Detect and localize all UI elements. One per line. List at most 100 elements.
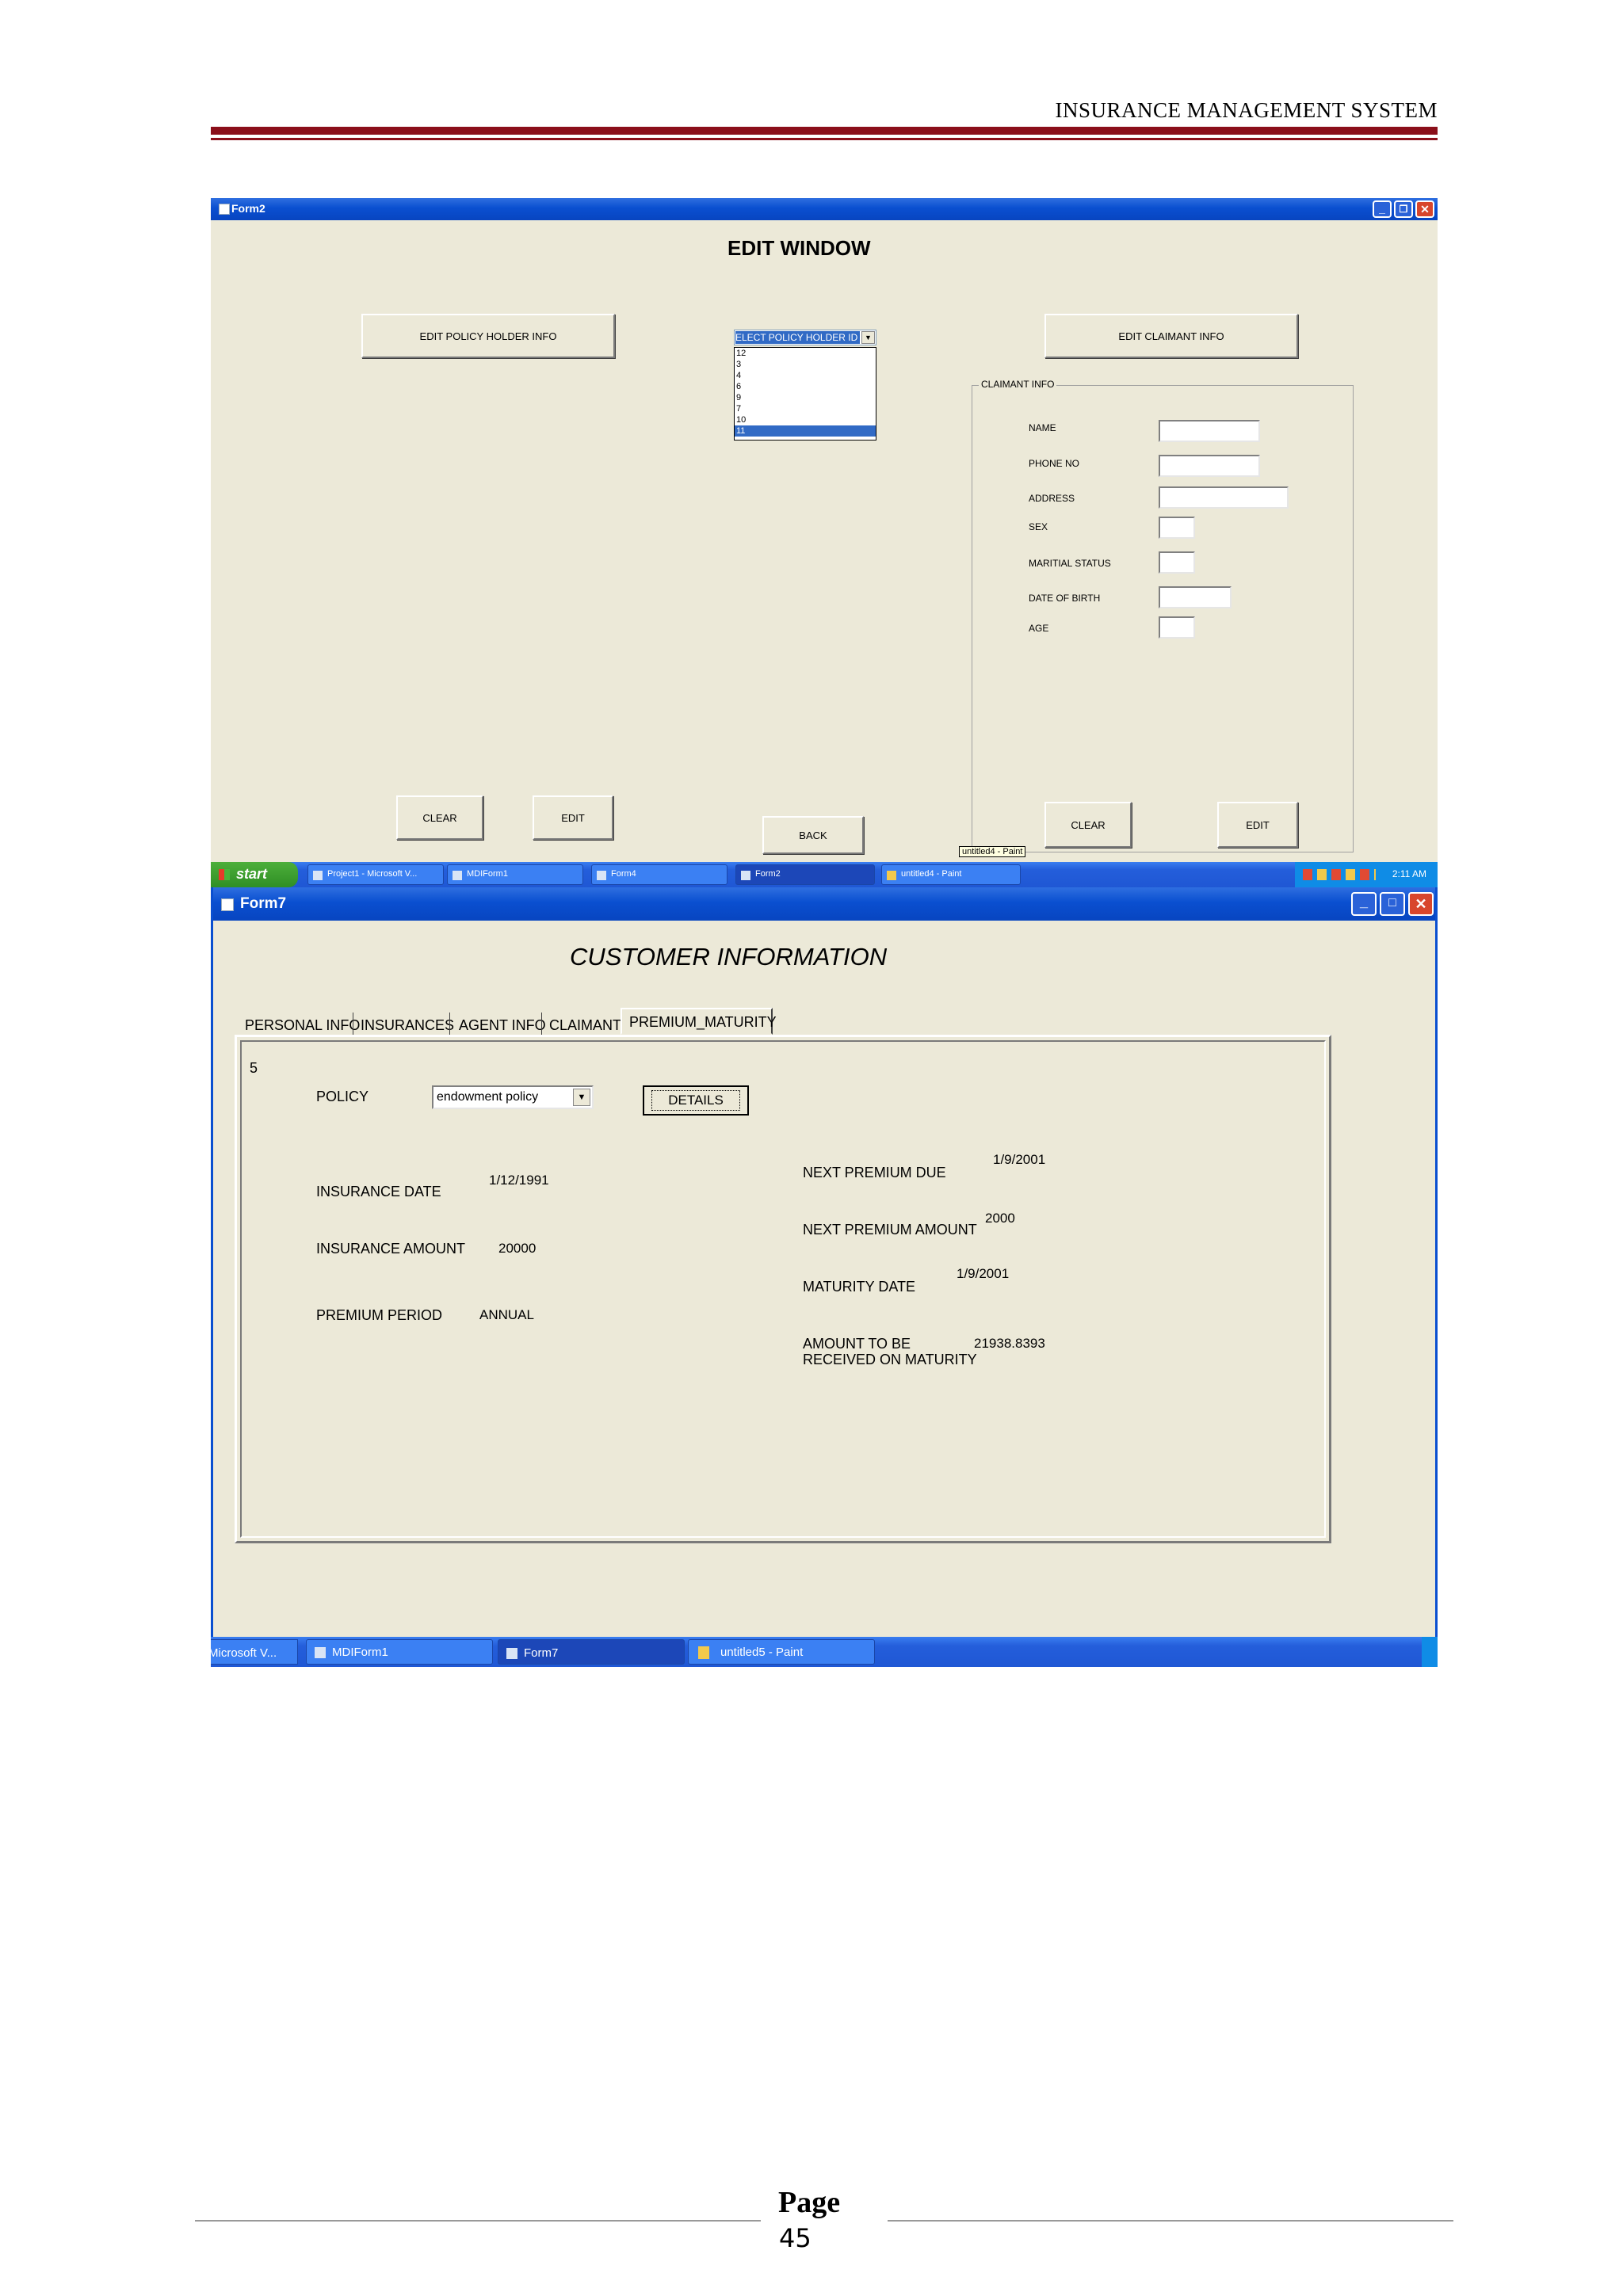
edit-window-heading: EDIT WINDOW xyxy=(727,236,871,260)
amount-maturity-label-2: RECEIVED ON MATURITY xyxy=(803,1352,977,1367)
taskbar-item-microsoft-v[interactable]: Microsoft V... xyxy=(211,1639,298,1665)
policy-holder-option[interactable]: 6 xyxy=(735,381,876,392)
minimize-icon[interactable]: _ xyxy=(1373,200,1392,218)
taskbar-item-mdiform1[interactable]: MDIForm1 xyxy=(447,864,583,885)
minimize-icon[interactable]: _ xyxy=(1351,892,1377,916)
page-label: Page xyxy=(778,2186,841,2219)
windows-flag-icon xyxy=(219,869,230,880)
taskbar-item-mdiform1[interactable]: MDIForm1 xyxy=(306,1639,493,1665)
taskbar-item-label: Project1 - Microsoft V... xyxy=(327,869,418,879)
clock: 2:11 AM xyxy=(1392,868,1426,879)
policy-holder-options: 12 3 4 6 9 7 10 11 xyxy=(735,348,876,437)
close-icon[interactable]: ✕ xyxy=(1408,892,1434,916)
policy-holder-option[interactable]: 7 xyxy=(735,403,876,414)
taskbar-item-label: MDIForm1 xyxy=(467,869,508,879)
next-premium-amount-label: NEXT PREMIUM AMOUNT xyxy=(803,1222,977,1238)
claimant-name-label: NAME xyxy=(1029,422,1056,433)
tab-insurances[interactable]: INSURANCES xyxy=(361,1017,454,1034)
policy-select[interactable]: endowment policy ▼ xyxy=(432,1085,594,1109)
policy-holder-select[interactable]: ELECT POLICY HOLDER ID ▼ xyxy=(734,330,876,345)
taskbar-item-form4[interactable]: Form4 xyxy=(591,864,727,885)
taskbar-item-form2[interactable]: Form2 xyxy=(735,864,875,885)
edit-policy-holder-button[interactable]: EDIT POLICY HOLDER INFO xyxy=(361,314,615,358)
claimant-dob-label: DATE OF BIRTH xyxy=(1029,593,1101,604)
window-icon xyxy=(221,898,234,911)
clear-right-button[interactable]: CLEAR xyxy=(1044,802,1132,848)
maturity-date-label: MATURITY DATE xyxy=(803,1279,916,1295)
claimant-phone-field[interactable] xyxy=(1159,455,1260,477)
chevron-down-icon[interactable]: ▼ xyxy=(861,331,875,344)
claimant-sex-field[interactable] xyxy=(1159,517,1195,539)
claimant-dob-field[interactable] xyxy=(1159,586,1232,608)
taskbar-item-label: untitled5 - Paint xyxy=(720,1646,804,1659)
policy-holder-option[interactable]: 3 xyxy=(735,359,876,370)
window-icon xyxy=(219,204,230,215)
tab-personal-info[interactable]: PERSONAL INFO xyxy=(245,1017,360,1034)
tab-panel xyxy=(235,1035,1331,1543)
edit-left-button[interactable]: EDIT xyxy=(533,795,613,840)
paint-icon xyxy=(698,1646,709,1659)
next-premium-due-label: NEXT PREMIUM DUE xyxy=(803,1165,946,1180)
header-rule xyxy=(211,127,1438,135)
form7-title: Form7 xyxy=(240,895,287,912)
insurance-date-value: 1/12/1991 xyxy=(489,1173,549,1188)
tab-agent-info[interactable]: AGENT INFO xyxy=(459,1017,546,1034)
tab-premium-maturity[interactable]: PREMIUM_MATURITY xyxy=(629,1014,777,1031)
policy-holder-option[interactable]: 4 xyxy=(735,370,876,381)
taskbar-item-label: MDIForm1 xyxy=(332,1646,388,1659)
claimant-name-field[interactable] xyxy=(1159,420,1260,442)
policy-holder-select-value: ELECT POLICY HOLDER ID xyxy=(735,331,860,344)
insurance-date-label: INSURANCE DATE xyxy=(316,1184,441,1199)
taskbar-item-paint[interactable]: untitled4 - Paint xyxy=(881,864,1021,885)
policy-label: POLICY xyxy=(316,1089,369,1104)
close-icon[interactable]: ✕ xyxy=(1415,200,1434,218)
policy-holder-option[interactable]: 11 xyxy=(735,425,876,437)
customer-information-heading: CUSTOMER INFORMATION xyxy=(570,943,888,971)
maturity-date-value: 1/9/2001 xyxy=(957,1266,1010,1281)
claimant-sex-label: SEX xyxy=(1029,521,1048,532)
claimant-address-field[interactable] xyxy=(1159,486,1289,509)
tab-claimant[interactable]: CLAIMANT xyxy=(549,1017,621,1034)
edit-claimant-button[interactable]: EDIT CLAIMANT INFO xyxy=(1044,314,1298,358)
claimant-marital-field[interactable] xyxy=(1159,551,1195,574)
restore-icon[interactable]: ❐ xyxy=(1394,200,1413,218)
maximize-icon[interactable]: □ xyxy=(1380,892,1405,916)
premium-period-value: ANNUAL xyxy=(479,1307,534,1322)
clear-left-button[interactable]: CLEAR xyxy=(396,795,483,840)
claimant-age-field[interactable] xyxy=(1159,616,1195,639)
window-icon xyxy=(597,871,606,880)
page-number: 45 xyxy=(779,2223,812,2253)
tray-icons xyxy=(1303,869,1376,880)
edit-right-button[interactable]: EDIT xyxy=(1217,802,1298,848)
taskbar-item-label: Microsoft V... xyxy=(211,1646,277,1660)
vb-icon xyxy=(313,871,323,880)
footer-rule-left xyxy=(195,2220,761,2222)
claimant-frame-title: CLAIMANT INFO xyxy=(979,379,1057,390)
document-title: INSURANCE MANAGEMENT SYSTEM xyxy=(1055,98,1438,122)
back-button[interactable]: BACK xyxy=(762,816,864,854)
chevron-down-icon[interactable]: ▼ xyxy=(573,1089,590,1106)
taskbar-item-label: Form4 xyxy=(611,869,636,879)
system-tray: 2:11 AM xyxy=(1295,862,1438,887)
insurance-amount-value: 20000 xyxy=(498,1241,537,1256)
premium-period-label: PREMIUM PERIOD xyxy=(316,1307,443,1323)
next-premium-amount-value: 2000 xyxy=(985,1211,1015,1226)
start-button[interactable]: start xyxy=(211,862,298,887)
claimant-phone-label: PHONE NO xyxy=(1029,458,1080,469)
taskbar-item-project1[interactable]: Project1 - Microsoft V... xyxy=(307,864,444,885)
taskbar-item-label: Form7 xyxy=(524,1646,559,1660)
policy-holder-option[interactable]: 9 xyxy=(735,392,876,403)
taskbar-bottom: Microsoft V... MDIForm1 Form7 untitled5 … xyxy=(211,1637,1438,1667)
policy-holder-option[interactable]: 12 xyxy=(735,348,876,359)
taskbar-item-paint[interactable]: untitled5 - Paint xyxy=(688,1639,875,1665)
taskbar-item-form7[interactable]: Form7 xyxy=(498,1639,685,1665)
claimant-age-label: AGE xyxy=(1029,623,1049,634)
claimant-marital-label: MARITIAL STATUS xyxy=(1029,558,1111,569)
form2-title: Form2 xyxy=(231,202,265,215)
policy-holder-dropdown-list: 12 3 4 6 9 7 10 11 xyxy=(734,347,876,441)
policy-holder-option[interactable]: 10 xyxy=(735,414,876,425)
details-button[interactable]: DETAILS xyxy=(643,1085,749,1116)
header-rule-thin xyxy=(211,138,1438,140)
claimant-address-label: ADDRESS xyxy=(1029,493,1075,504)
window-icon xyxy=(453,871,462,880)
